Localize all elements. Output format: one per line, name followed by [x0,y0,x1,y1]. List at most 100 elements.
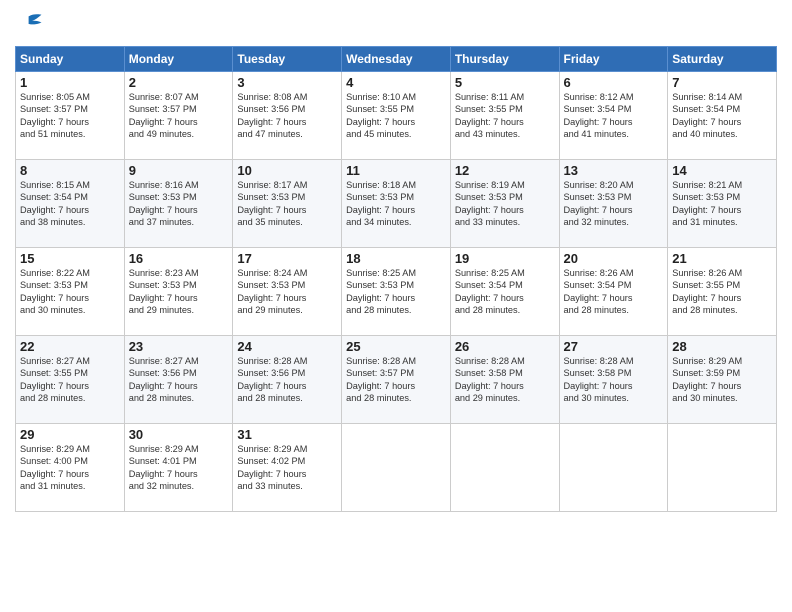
calendar-cell: 3Sunrise: 8:08 AMSunset: 3:56 PMDaylight… [233,72,342,160]
calendar-cell [342,424,451,512]
calendar-cell: 14Sunrise: 8:21 AMSunset: 3:53 PMDayligh… [668,160,777,248]
day-number: 28 [672,339,772,354]
cell-content: Sunrise: 8:21 AMSunset: 3:53 PMDaylight:… [672,179,772,229]
day-number: 1 [20,75,120,90]
calendar-header: SundayMondayTuesdayWednesdayThursdayFrid… [16,47,777,72]
cell-content: Sunrise: 8:24 AMSunset: 3:53 PMDaylight:… [237,267,337,317]
header-tuesday: Tuesday [233,47,342,72]
cell-content: Sunrise: 8:25 AMSunset: 3:53 PMDaylight:… [346,267,446,317]
calendar-cell: 22Sunrise: 8:27 AMSunset: 3:55 PMDayligh… [16,336,125,424]
header-thursday: Thursday [450,47,559,72]
day-number: 4 [346,75,446,90]
cell-content: Sunrise: 8:17 AMSunset: 3:53 PMDaylight:… [237,179,337,229]
cell-content: Sunrise: 8:14 AMSunset: 3:54 PMDaylight:… [672,91,772,141]
logo [15,10,47,38]
day-number: 14 [672,163,772,178]
cell-content: Sunrise: 8:08 AMSunset: 3:56 PMDaylight:… [237,91,337,141]
cell-content: Sunrise: 8:15 AMSunset: 3:54 PMDaylight:… [20,179,120,229]
page: SundayMondayTuesdayWednesdayThursdayFrid… [0,0,792,612]
calendar-cell: 1Sunrise: 8:05 AMSunset: 3:57 PMDaylight… [16,72,125,160]
cell-content: Sunrise: 8:28 AMSunset: 3:56 PMDaylight:… [237,355,337,405]
day-number: 20 [564,251,664,266]
cell-content: Sunrise: 8:29 AMSunset: 4:02 PMDaylight:… [237,443,337,493]
day-number: 5 [455,75,555,90]
calendar-cell: 15Sunrise: 8:22 AMSunset: 3:53 PMDayligh… [16,248,125,336]
calendar-table: SundayMondayTuesdayWednesdayThursdayFrid… [15,46,777,512]
calendar-cell: 20Sunrise: 8:26 AMSunset: 3:54 PMDayligh… [559,248,668,336]
calendar-cell: 26Sunrise: 8:28 AMSunset: 3:58 PMDayligh… [450,336,559,424]
cell-content: Sunrise: 8:28 AMSunset: 3:58 PMDaylight:… [455,355,555,405]
day-number: 7 [672,75,772,90]
cell-content: Sunrise: 8:22 AMSunset: 3:53 PMDaylight:… [20,267,120,317]
week-row-4: 22Sunrise: 8:27 AMSunset: 3:55 PMDayligh… [16,336,777,424]
cell-content: Sunrise: 8:19 AMSunset: 3:53 PMDaylight:… [455,179,555,229]
calendar-cell: 29Sunrise: 8:29 AMSunset: 4:00 PMDayligh… [16,424,125,512]
cell-content: Sunrise: 8:07 AMSunset: 3:57 PMDaylight:… [129,91,229,141]
calendar-cell: 30Sunrise: 8:29 AMSunset: 4:01 PMDayligh… [124,424,233,512]
cell-content: Sunrise: 8:25 AMSunset: 3:54 PMDaylight:… [455,267,555,317]
day-number: 24 [237,339,337,354]
calendar-cell: 19Sunrise: 8:25 AMSunset: 3:54 PMDayligh… [450,248,559,336]
calendar-cell: 24Sunrise: 8:28 AMSunset: 3:56 PMDayligh… [233,336,342,424]
calendar-cell: 10Sunrise: 8:17 AMSunset: 3:53 PMDayligh… [233,160,342,248]
calendar-cell [450,424,559,512]
cell-content: Sunrise: 8:18 AMSunset: 3:53 PMDaylight:… [346,179,446,229]
calendar-cell: 4Sunrise: 8:10 AMSunset: 3:55 PMDaylight… [342,72,451,160]
day-number: 10 [237,163,337,178]
week-row-2: 8Sunrise: 8:15 AMSunset: 3:54 PMDaylight… [16,160,777,248]
cell-content: Sunrise: 8:26 AMSunset: 3:54 PMDaylight:… [564,267,664,317]
calendar-cell: 23Sunrise: 8:27 AMSunset: 3:56 PMDayligh… [124,336,233,424]
day-number: 27 [564,339,664,354]
day-number: 11 [346,163,446,178]
day-number: 19 [455,251,555,266]
calendar-cell: 2Sunrise: 8:07 AMSunset: 3:57 PMDaylight… [124,72,233,160]
cell-content: Sunrise: 8:29 AMSunset: 4:01 PMDaylight:… [129,443,229,493]
calendar-cell: 16Sunrise: 8:23 AMSunset: 3:53 PMDayligh… [124,248,233,336]
day-number: 23 [129,339,229,354]
cell-content: Sunrise: 8:29 AMSunset: 3:59 PMDaylight:… [672,355,772,405]
day-number: 29 [20,427,120,442]
cell-content: Sunrise: 8:28 AMSunset: 3:58 PMDaylight:… [564,355,664,405]
calendar-cell: 5Sunrise: 8:11 AMSunset: 3:55 PMDaylight… [450,72,559,160]
header-saturday: Saturday [668,47,777,72]
day-number: 15 [20,251,120,266]
calendar-cell: 27Sunrise: 8:28 AMSunset: 3:58 PMDayligh… [559,336,668,424]
calendar-cell: 11Sunrise: 8:18 AMSunset: 3:53 PMDayligh… [342,160,451,248]
cell-content: Sunrise: 8:29 AMSunset: 4:00 PMDaylight:… [20,443,120,493]
week-row-3: 15Sunrise: 8:22 AMSunset: 3:53 PMDayligh… [16,248,777,336]
cell-content: Sunrise: 8:28 AMSunset: 3:57 PMDaylight:… [346,355,446,405]
header-friday: Friday [559,47,668,72]
day-number: 22 [20,339,120,354]
header-sunday: Sunday [16,47,125,72]
day-number: 2 [129,75,229,90]
day-number: 9 [129,163,229,178]
general-blue-logo-icon [15,10,43,38]
cell-content: Sunrise: 8:26 AMSunset: 3:55 PMDaylight:… [672,267,772,317]
calendar-cell: 25Sunrise: 8:28 AMSunset: 3:57 PMDayligh… [342,336,451,424]
cell-content: Sunrise: 8:27 AMSunset: 3:55 PMDaylight:… [20,355,120,405]
day-number: 30 [129,427,229,442]
cell-content: Sunrise: 8:10 AMSunset: 3:55 PMDaylight:… [346,91,446,141]
calendar-cell: 21Sunrise: 8:26 AMSunset: 3:55 PMDayligh… [668,248,777,336]
calendar-cell: 31Sunrise: 8:29 AMSunset: 4:02 PMDayligh… [233,424,342,512]
week-row-5: 29Sunrise: 8:29 AMSunset: 4:00 PMDayligh… [16,424,777,512]
calendar-cell: 8Sunrise: 8:15 AMSunset: 3:54 PMDaylight… [16,160,125,248]
calendar-cell: 17Sunrise: 8:24 AMSunset: 3:53 PMDayligh… [233,248,342,336]
header-row: SundayMondayTuesdayWednesdayThursdayFrid… [16,47,777,72]
day-number: 6 [564,75,664,90]
day-number: 17 [237,251,337,266]
calendar-cell: 6Sunrise: 8:12 AMSunset: 3:54 PMDaylight… [559,72,668,160]
day-number: 8 [20,163,120,178]
calendar-cell: 13Sunrise: 8:20 AMSunset: 3:53 PMDayligh… [559,160,668,248]
calendar-cell [559,424,668,512]
day-number: 18 [346,251,446,266]
day-number: 12 [455,163,555,178]
calendar-cell: 28Sunrise: 8:29 AMSunset: 3:59 PMDayligh… [668,336,777,424]
cell-content: Sunrise: 8:11 AMSunset: 3:55 PMDaylight:… [455,91,555,141]
calendar-cell [668,424,777,512]
calendar-cell: 18Sunrise: 8:25 AMSunset: 3:53 PMDayligh… [342,248,451,336]
cell-content: Sunrise: 8:27 AMSunset: 3:56 PMDaylight:… [129,355,229,405]
header-monday: Monday [124,47,233,72]
day-number: 25 [346,339,446,354]
day-number: 16 [129,251,229,266]
